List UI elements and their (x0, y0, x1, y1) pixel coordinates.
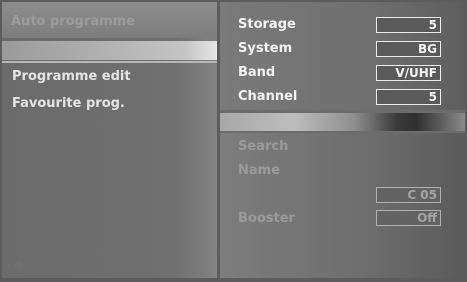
storage-label: Storage (238, 17, 296, 32)
settings-panel: Storage 5 System BG Band V/UHF Channel 5… (220, 2, 465, 278)
menu-item-programme-edit[interactable]: Programme edit (12, 69, 131, 84)
menu-item-auto-programme-label: Auto programme (11, 14, 136, 29)
band-label: Band (238, 65, 276, 80)
menu-item-auto-programme[interactable]: Auto programme (2, 2, 217, 38)
booster-label: Booster (238, 211, 295, 226)
system-value-field[interactable]: BG (376, 41, 441, 57)
channel-label: Channel (238, 89, 298, 104)
selected-item-highlight[interactable] (2, 41, 217, 60)
programme-menu-panel: Auto programme Programme edit Favourite … (2, 2, 217, 278)
system-label: System (238, 41, 293, 56)
booster-value-field[interactable]: Off (376, 210, 441, 226)
name-label: Name (238, 163, 281, 178)
band-value-field[interactable]: V/UHF (376, 65, 441, 81)
settings-upper-section: Storage 5 System BG Band V/UHF Channel 5 (220, 2, 465, 110)
settings-lower-section: Search Name C 05 Booster Off (220, 133, 465, 278)
navigation-hint-icon (14, 262, 24, 270)
menu-item-favourite-prog[interactable]: Favourite prog. (12, 96, 125, 111)
search-label[interactable]: Search (238, 139, 288, 154)
tv-menu-screen: Auto programme Programme edit Favourite … (0, 0, 467, 282)
storage-value-field[interactable]: 5 (376, 17, 441, 33)
name-value-field[interactable]: C 05 (376, 187, 441, 203)
section-separator-bar (220, 113, 465, 131)
menu-divider (2, 61, 217, 63)
channel-value-field[interactable]: 5 (376, 89, 441, 105)
